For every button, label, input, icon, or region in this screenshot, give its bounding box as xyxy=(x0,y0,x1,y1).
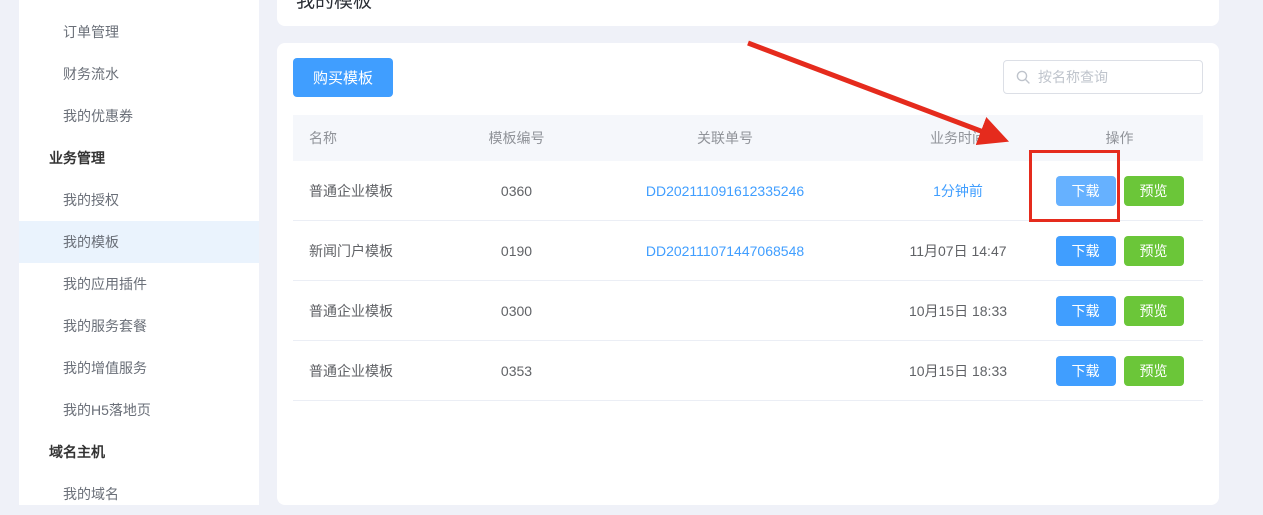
page-title: 我的模板 xyxy=(296,0,372,13)
download-button[interactable]: 下载 xyxy=(1056,176,1116,206)
sidebar-item-my-templates[interactable]: 我的模板 xyxy=(19,221,259,263)
sidebar-item-my-value-added-services[interactable]: 我的增值服务 xyxy=(19,347,259,389)
templates-panel: 购买模板 名称 模板编号 关联单号 业务时间 操作 普通企业模板 0360 DD… xyxy=(277,43,1219,505)
business-time: 10月15日 18:33 xyxy=(880,301,1036,321)
buy-template-button[interactable]: 购买模板 xyxy=(293,58,393,97)
preview-button[interactable]: 预览 xyxy=(1124,356,1184,386)
preview-button[interactable]: 预览 xyxy=(1124,296,1184,326)
column-header-business-time: 业务时间 xyxy=(880,128,1036,148)
template-code: 0360 xyxy=(463,183,570,199)
download-button[interactable]: 下载 xyxy=(1056,356,1116,386)
related-order-link[interactable]: DD202111091612335246 xyxy=(570,183,880,199)
download-button[interactable]: 下载 xyxy=(1056,236,1116,266)
template-code: 0300 xyxy=(463,303,570,319)
template-name: 普通企业模板 xyxy=(293,361,463,381)
sidebar: 订单管理 财务流水 我的优惠券 业务管理 我的授权 我的模板 我的应用插件 我的… xyxy=(19,0,259,505)
sidebar-item-finance-flow[interactable]: 财务流水 xyxy=(19,53,259,95)
templates-table: 名称 模板编号 关联单号 业务时间 操作 普通企业模板 0360 DD20211… xyxy=(293,115,1203,401)
sidebar-section-business-management: 业务管理 xyxy=(19,137,259,179)
template-code: 0353 xyxy=(463,363,570,379)
sidebar-item-my-h5-landing-pages[interactable]: 我的H5落地页 xyxy=(19,389,259,431)
table-row: 普通企业模板 0360 DD202111091612335246 1分钟前 下载… xyxy=(293,161,1203,221)
sidebar-item-order-management[interactable]: 订单管理 xyxy=(19,11,259,53)
table-row: 新闻门户模板 0190 DD202111071447068548 11月07日 … xyxy=(293,221,1203,281)
business-time: 1分钟前 xyxy=(880,181,1036,201)
column-header-template-code: 模板编号 xyxy=(463,128,570,148)
table-header-row: 名称 模板编号 关联单号 业务时间 操作 xyxy=(293,115,1203,161)
sidebar-item-my-domains[interactable]: 我的域名 xyxy=(19,473,259,515)
related-order-link[interactable]: DD202111071447068548 xyxy=(570,243,880,259)
download-button[interactable]: 下载 xyxy=(1056,296,1116,326)
search-box[interactable] xyxy=(1003,60,1203,94)
template-name: 普通企业模板 xyxy=(293,301,463,321)
preview-button[interactable]: 预览 xyxy=(1124,176,1184,206)
table-row: 普通企业模板 0353 10月15日 18:33 下载 预览 xyxy=(293,341,1203,401)
sidebar-item-my-app-plugins[interactable]: 我的应用插件 xyxy=(19,263,259,305)
search-icon xyxy=(1016,70,1030,84)
sidebar-section-domain-host: 域名主机 xyxy=(19,431,259,473)
sidebar-item-my-coupons[interactable]: 我的优惠券 xyxy=(19,95,259,137)
table-row: 普通企业模板 0300 10月15日 18:33 下载 预览 xyxy=(293,281,1203,341)
sidebar-item-my-authorization[interactable]: 我的授权 xyxy=(19,179,259,221)
business-time: 10月15日 18:33 xyxy=(880,361,1036,381)
column-header-related-order: 关联单号 xyxy=(570,128,880,148)
business-time: 11月07日 14:47 xyxy=(880,241,1036,261)
template-code: 0190 xyxy=(463,243,570,259)
column-header-name: 名称 xyxy=(293,128,463,148)
preview-button[interactable]: 预览 xyxy=(1124,236,1184,266)
template-name: 新闻门户模板 xyxy=(293,241,463,261)
sidebar-item-my-service-packages[interactable]: 我的服务套餐 xyxy=(19,305,259,347)
page-header: 我的模板 xyxy=(277,0,1219,26)
column-header-actions: 操作 xyxy=(1036,128,1203,148)
search-input[interactable] xyxy=(1038,69,1188,85)
template-name: 普通企业模板 xyxy=(293,181,463,201)
